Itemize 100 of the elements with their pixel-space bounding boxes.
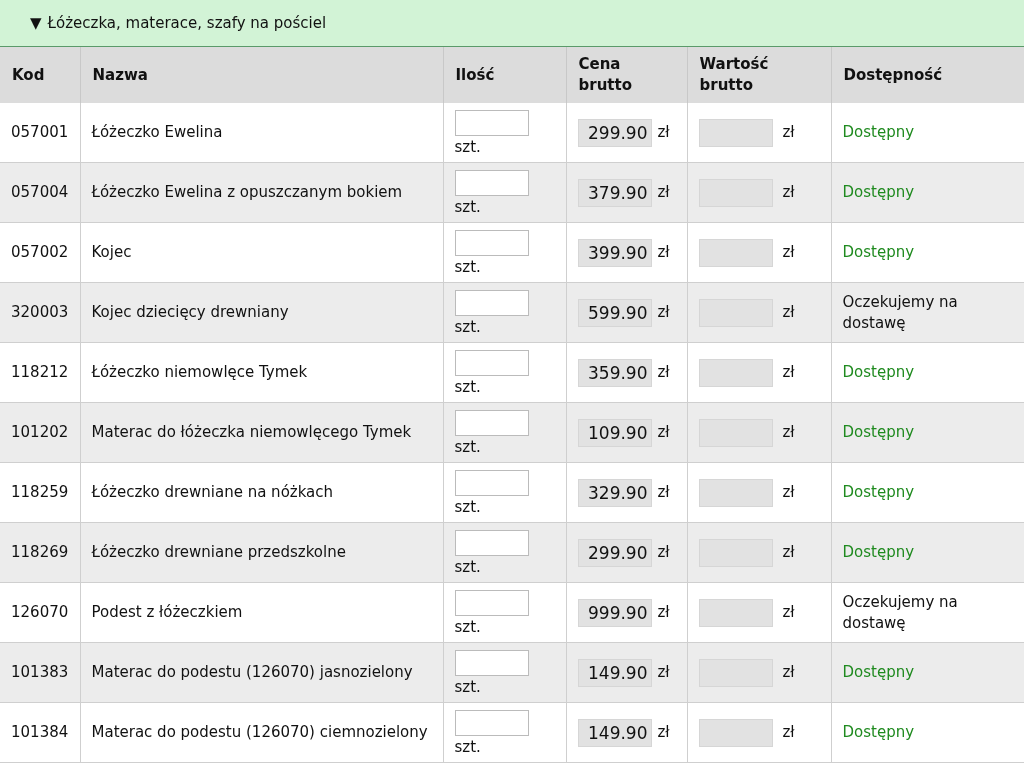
price-field[interactable]: 299.90	[577, 118, 652, 147]
product-name: Materac do łóżeczka niemowlęcego Tymek	[80, 402, 443, 463]
currency-label: zł	[657, 122, 670, 143]
product-code: 118269	[0, 522, 80, 583]
product-code: 057004	[0, 162, 80, 223]
currency-label: zł	[657, 182, 670, 203]
unit-label: szt.	[454, 617, 482, 636]
quantity-input[interactable]	[454, 709, 529, 736]
availability-status: Dostępny	[831, 103, 1024, 163]
product-code: 057001	[0, 103, 80, 163]
product-code: 320003	[0, 282, 80, 343]
price-field[interactable]: 149.90	[577, 658, 652, 687]
currency-label: zł	[782, 362, 795, 383]
currency-label: zł	[782, 602, 795, 623]
product-code: 101202	[0, 402, 80, 463]
availability-status: Dostępny	[831, 402, 1024, 463]
value-field[interactable]	[698, 478, 773, 507]
currency-label: zł	[782, 662, 795, 683]
currency-label: zł	[782, 422, 795, 443]
quantity-input[interactable]	[454, 529, 529, 556]
unit-label: szt.	[454, 677, 482, 696]
currency-label: zł	[782, 302, 795, 323]
column-header: Wartość brutto	[687, 47, 831, 103]
price-field[interactable]: 399.90	[577, 238, 652, 267]
price-field[interactable]: 329.90	[577, 478, 652, 507]
currency-label: zł	[657, 482, 670, 503]
currency-label: zł	[657, 242, 670, 263]
column-header: Ilość	[443, 47, 566, 103]
product-name: Łóżeczko drewniane na nóżkach	[80, 462, 443, 523]
value-field[interactable]	[698, 118, 773, 147]
currency-label: zł	[657, 362, 670, 383]
product-name: Materac do podestu (126070) ciemnozielony	[80, 702, 443, 763]
price-field[interactable]: 999.90	[577, 598, 652, 627]
quantity-input[interactable]	[454, 349, 529, 376]
quantity-input[interactable]	[454, 289, 529, 316]
availability-status: Oczekujemy na dostawę	[831, 582, 1024, 643]
value-field[interactable]	[698, 358, 773, 387]
quantity-input[interactable]	[454, 589, 529, 616]
value-field[interactable]	[698, 238, 773, 267]
unit-label: szt.	[454, 557, 482, 576]
column-header: Cena brutto	[566, 47, 687, 103]
price-field[interactable]: 379.90	[577, 178, 652, 207]
category-header[interactable]: ▼ Łóżeczka, materace, szafy na pościel	[0, 0, 1024, 47]
quantity-input[interactable]	[454, 229, 529, 256]
quantity-input[interactable]	[454, 169, 529, 196]
currency-label: zł	[657, 542, 670, 563]
value-field[interactable]	[698, 598, 773, 627]
currency-label: zł	[782, 122, 795, 143]
price-field[interactable]: 299.90	[577, 538, 652, 567]
expand-toggle[interactable]: ▼	[30, 14, 42, 32]
unit-label: szt.	[454, 317, 482, 336]
price-field[interactable]: 149.90	[577, 718, 652, 747]
product-code: 101384	[0, 702, 80, 763]
availability-status: Dostępny	[831, 342, 1024, 403]
availability-status: Dostępny	[831, 642, 1024, 703]
currency-label: zł	[782, 182, 795, 203]
product-code: 126070	[0, 582, 80, 643]
column-header: Nazwa	[80, 47, 443, 103]
currency-label: zł	[657, 602, 670, 623]
currency-label: zł	[782, 542, 795, 563]
product-name: Podest z łóżeczkiem	[80, 582, 443, 643]
quantity-input[interactable]	[454, 469, 529, 496]
unit-label: szt.	[454, 137, 482, 156]
availability-status: Dostępny	[831, 702, 1024, 763]
product-code: 057002	[0, 222, 80, 283]
currency-label: zł	[782, 722, 795, 743]
price-field[interactable]: 599.90	[577, 298, 652, 327]
unit-label: szt.	[454, 737, 482, 756]
quantity-input[interactable]	[454, 649, 529, 676]
column-header: Dostępność	[831, 47, 1024, 103]
category-title: Łóżeczka, materace, szafy na pościel	[47, 14, 327, 32]
quantity-input[interactable]	[454, 409, 529, 436]
quantity-input[interactable]	[454, 109, 529, 136]
currency-label: zł	[657, 302, 670, 323]
column-header: Kod	[0, 47, 80, 103]
price-field[interactable]: 109.90	[577, 418, 652, 447]
currency-label: zł	[657, 662, 670, 683]
currency-label: zł	[782, 482, 795, 503]
product-name: Łóżeczko Ewelina	[80, 103, 443, 163]
product-name: Kojec dziecięcy drewniany	[80, 282, 443, 343]
product-name: Łóżeczko drewniane przedszkolne	[80, 522, 443, 583]
unit-label: szt.	[454, 197, 482, 216]
availability-status: Dostępny	[831, 162, 1024, 223]
currency-label: zł	[782, 242, 795, 263]
availability-status: Dostępny	[831, 222, 1024, 283]
availability-status: Oczekujemy na dostawę	[831, 282, 1024, 343]
product-code: 118259	[0, 462, 80, 523]
value-field[interactable]	[698, 718, 773, 747]
currency-label: zł	[657, 422, 670, 443]
product-code: 101383	[0, 642, 80, 703]
availability-status: Dostępny	[831, 462, 1024, 523]
unit-label: szt.	[454, 437, 482, 456]
unit-label: szt.	[454, 377, 482, 396]
availability-status: Dostępny	[831, 522, 1024, 583]
product-code: 118212	[0, 342, 80, 403]
product-name: Materac do podestu (126070) jasnozielony	[80, 642, 443, 703]
price-field[interactable]: 359.90	[577, 358, 652, 387]
product-name: Kojec	[80, 222, 443, 283]
product-name: Łóżeczko niemowlęce Tymek	[80, 342, 443, 403]
unit-label: szt.	[454, 257, 482, 276]
